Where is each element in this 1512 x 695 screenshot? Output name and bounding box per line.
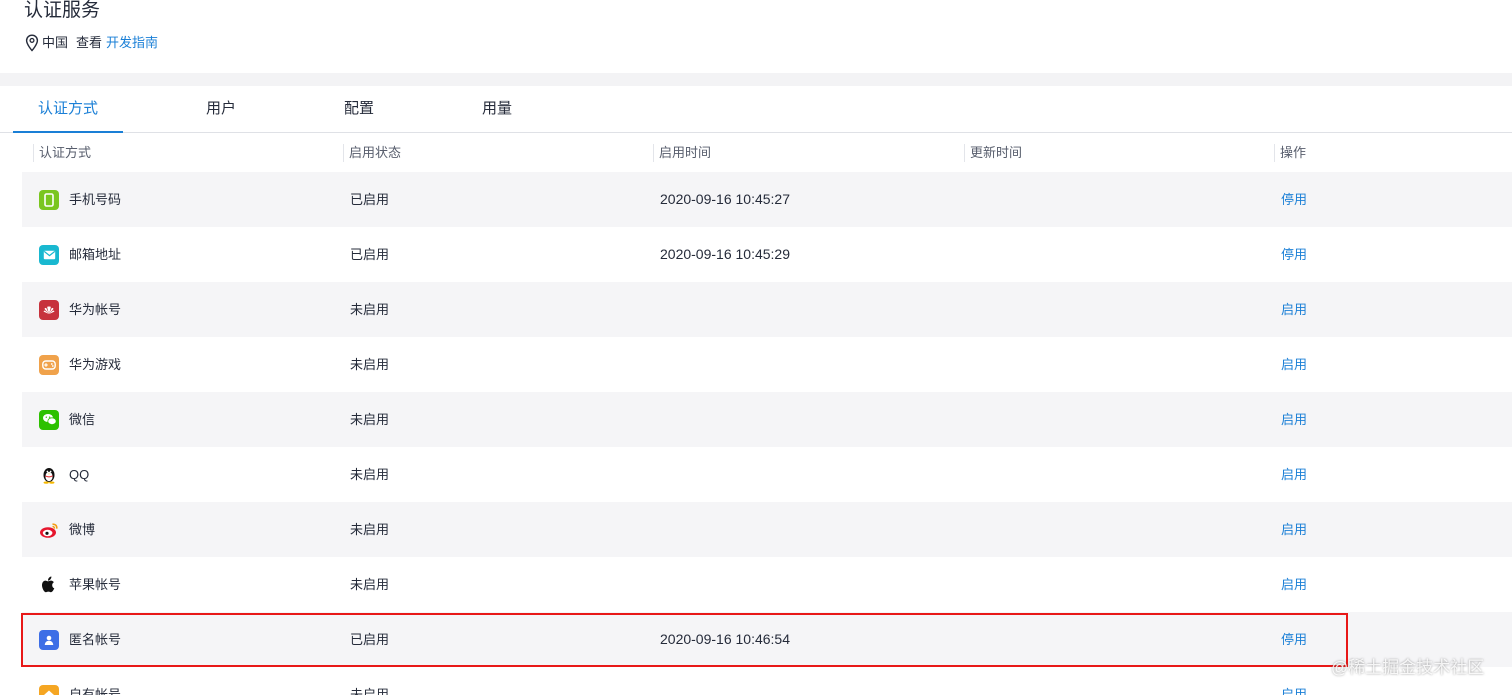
table-row: 微信 未启用 启用 [22, 392, 1512, 447]
mail-icon [39, 244, 59, 265]
anonymous-user-icon [39, 629, 59, 650]
enable-button[interactable]: 启用 [1281, 392, 1307, 447]
method-cell: 微博 [39, 502, 95, 557]
method-cell: 苹果帐号 [39, 557, 121, 612]
region-line: 中国 查看 开发指南 [25, 34, 158, 52]
huawei-icon [39, 299, 59, 320]
table-row: QQ 未启用 启用 [22, 447, 1512, 502]
dev-guide-link[interactable]: 开发指南 [106, 34, 158, 52]
tab-config[interactable]: 配置 [319, 86, 399, 132]
column-header-action: 操作 [1274, 144, 1306, 162]
status-cell: 未启用 [350, 357, 390, 372]
table-row: 匿名帐号 已启用 2020-09-16 10:46:54 停用 [22, 612, 1512, 667]
view-text: 查看 [76, 35, 103, 50]
status-cell: 未启用 [350, 467, 390, 482]
section-divider-band [0, 73, 1512, 86]
method-cell: 微信 [39, 392, 95, 447]
page-title: 认证服务 [24, 0, 101, 21]
enable-button[interactable]: 启用 [1281, 337, 1307, 392]
table-row: 华为游戏 未启用 启用 [22, 337, 1512, 392]
method-cell: QQ [39, 447, 89, 502]
column-header-enabled-time: 启用时间 [653, 144, 711, 162]
status-cell: 已启用 [350, 632, 390, 647]
watermark: @稀土掘金技术社区 [1331, 658, 1485, 677]
disable-button[interactable]: 停用 [1281, 612, 1307, 667]
column-header-status: 启用状态 [343, 144, 401, 162]
method-name: 微信 [69, 412, 96, 427]
table-row: 邮箱地址 已启用 2020-09-16 10:45:29 停用 [22, 227, 1512, 282]
enabled-time-cell: 2020-09-16 10:45:27 [660, 191, 790, 207]
method-name: 邮箱地址 [69, 247, 122, 262]
column-header-updated-time: 更新时间 [964, 144, 1022, 162]
method-cell: 匿名帐号 [39, 612, 121, 667]
wechat-icon [39, 409, 59, 430]
tab-auth-methods[interactable]: 认证方式 [13, 86, 123, 133]
phone-icon [39, 189, 59, 210]
enable-button[interactable]: 启用 [1281, 502, 1307, 557]
status-cell: 未启用 [350, 687, 390, 695]
method-name: 苹果帐号 [69, 577, 122, 592]
weibo-icon [39, 520, 59, 540]
method-name: 手机号码 [69, 192, 122, 207]
method-cell: 华为游戏 [39, 337, 121, 392]
table-row: 苹果帐号 未启用 启用 [22, 557, 1512, 612]
method-name: QQ [69, 467, 90, 482]
table-row: 微博 未启用 启用 [22, 502, 1512, 557]
table-row: 华为帐号 未启用 启用 [22, 282, 1512, 337]
status-cell: 未启用 [350, 522, 390, 537]
table-row: 手机号码 已启用 2020-09-16 10:45:27 停用 [22, 172, 1512, 227]
method-name: 华为帐号 [69, 302, 122, 317]
tab-bar: 认证方式 用户 配置 用量 [0, 86, 1512, 133]
status-cell: 已启用 [350, 192, 390, 207]
enable-button[interactable]: 启用 [1281, 557, 1307, 612]
tab-users[interactable]: 用户 [181, 86, 261, 132]
disable-button[interactable]: 停用 [1281, 227, 1307, 282]
method-name: 微博 [69, 522, 96, 537]
disable-button[interactable]: 停用 [1281, 172, 1307, 227]
table-row: 自有帐号 未启用 启用 [22, 667, 1512, 695]
location-pin-icon [25, 34, 39, 52]
table-header: 认证方式 启用状态 启用时间 更新时间 操作 [24, 134, 1512, 172]
method-cell: 自有帐号 [39, 667, 121, 695]
column-header-method: 认证方式 [33, 144, 91, 162]
region-label: 中国 [42, 35, 69, 50]
qq-icon [39, 465, 59, 485]
tab-usage[interactable]: 用量 [457, 86, 537, 132]
enable-button[interactable]: 启用 [1281, 447, 1307, 502]
method-cell: 邮箱地址 [39, 227, 121, 282]
status-cell: 未启用 [350, 412, 390, 427]
method-name: 自有帐号 [69, 687, 122, 695]
method-name: 匿名帐号 [69, 632, 122, 647]
own-account-icon [39, 684, 59, 695]
status-cell: 未启用 [350, 302, 390, 317]
enabled-time-cell: 2020-09-16 10:45:29 [660, 246, 790, 262]
enabled-time-cell: 2020-09-16 10:46:54 [660, 631, 790, 647]
enable-button[interactable]: 启用 [1281, 667, 1307, 695]
table-body: 手机号码 已启用 2020-09-16 10:45:27 停用 邮箱地址 已启用… [22, 172, 1512, 695]
method-name: 华为游戏 [69, 357, 122, 372]
apple-icon [39, 575, 59, 595]
enable-button[interactable]: 启用 [1281, 282, 1307, 337]
method-cell: 手机号码 [39, 172, 121, 227]
gamepad-icon [39, 354, 59, 375]
status-cell: 已启用 [350, 247, 390, 262]
status-cell: 未启用 [350, 577, 390, 592]
method-cell: 华为帐号 [39, 282, 121, 337]
